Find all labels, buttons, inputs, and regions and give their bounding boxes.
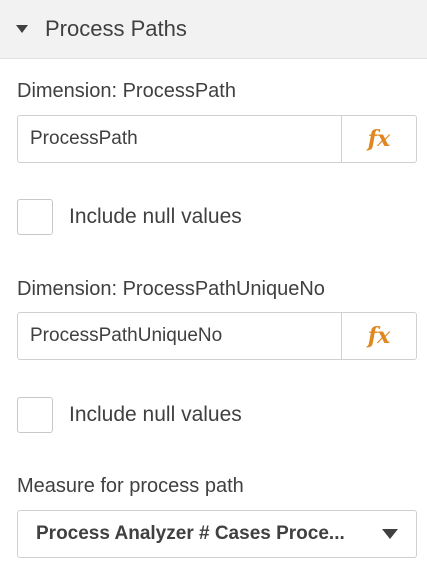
section-header-process-paths[interactable]: Process Paths (0, 0, 427, 59)
dimension-processpath-field: fx (17, 115, 417, 163)
dropdown-caret-icon (382, 529, 398, 539)
include-null-values-checkbox[interactable] (17, 199, 53, 235)
include-null-values-label[interactable]: Include null values (69, 205, 242, 229)
dimension-processpathuniqueno-label: Dimension: ProcessPathUniqueNo (17, 278, 325, 300)
expression-editor-button[interactable]: fx (341, 116, 416, 162)
include-null-values-row-2: Include null values (17, 396, 242, 434)
dimension-processpath-input[interactable] (18, 116, 341, 162)
include-null-values-checkbox[interactable] (17, 397, 53, 433)
fx-icon: fx (367, 323, 391, 349)
measure-selected-value: Process Analyzer # Cases Proce... (36, 523, 345, 544)
dimension-processpath-label: Dimension: ProcessPath (17, 80, 236, 102)
dimension-processpathuniqueno-field: fx (17, 312, 417, 360)
measure-dropdown[interactable]: Process Analyzer # Cases Proce... (17, 510, 417, 558)
include-null-values-row-1: Include null values (17, 198, 242, 236)
measure-label: Measure for process path (17, 475, 244, 497)
section-title: Process Paths (45, 16, 187, 41)
caret-down-icon[interactable] (16, 25, 28, 33)
include-null-values-label[interactable]: Include null values (69, 403, 242, 427)
expression-editor-button[interactable]: fx (341, 313, 416, 359)
fx-icon: fx (367, 126, 391, 152)
dimension-processpathuniqueno-input[interactable] (18, 313, 341, 359)
